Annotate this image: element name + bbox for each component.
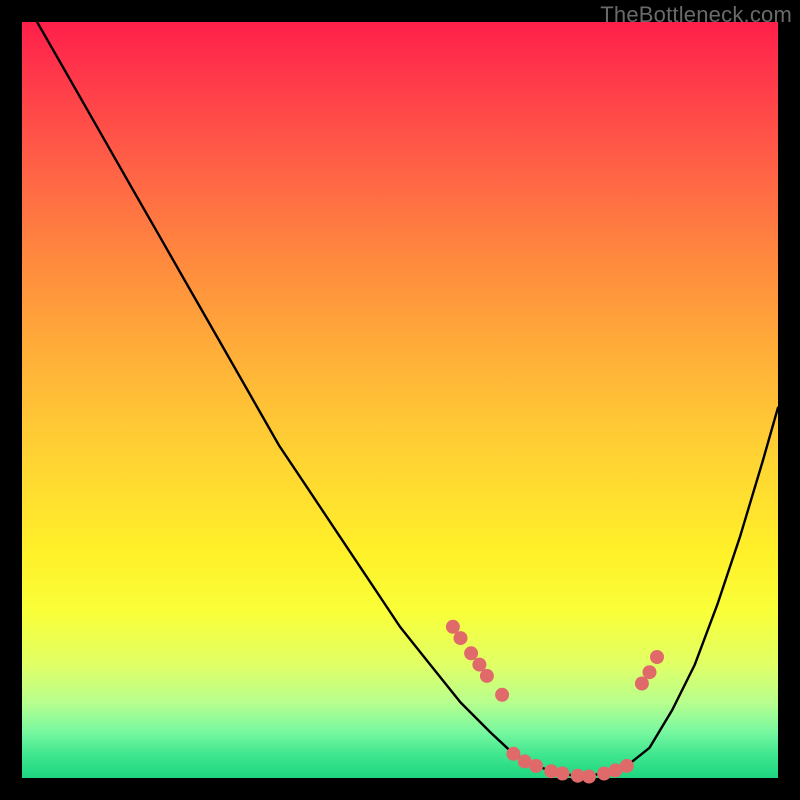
chart-svg <box>22 22 778 778</box>
data-dot <box>643 665 657 679</box>
watermark-text: TheBottleneck.com <box>600 2 792 28</box>
data-dot <box>480 669 494 683</box>
data-dot <box>495 688 509 702</box>
data-dot <box>650 650 664 664</box>
data-dot <box>582 770 596 784</box>
data-dot <box>620 759 634 773</box>
dot-group <box>446 620 664 784</box>
data-dot <box>556 767 570 781</box>
data-dot <box>464 646 478 660</box>
bottleneck-curve <box>37 22 778 777</box>
plot-area <box>22 22 778 778</box>
outer-frame: TheBottleneck.com <box>0 0 800 800</box>
data-dot <box>529 759 543 773</box>
data-dot <box>454 631 468 645</box>
